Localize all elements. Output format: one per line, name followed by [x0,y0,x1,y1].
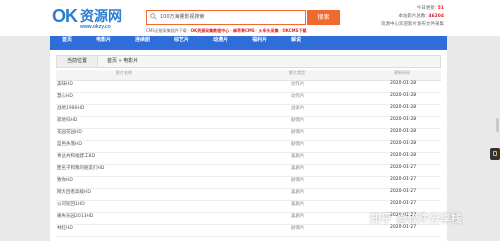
bookmark-button[interactable] [490,148,500,160]
site-stats: 今日更新: 51 本站影片总数: 46204 资源中心欢迎影片发布文件采集 [381,5,444,29]
search-input[interactable]: 100万海量影视搜索 [146,10,306,25]
update-date: 2020-01-27 [390,165,417,170]
breadcrumb: 当前位置 首页 » 电影片 [56,55,441,68]
scrollbar-thumb[interactable] [496,118,499,132]
update-date: 2020-01-27 [390,201,417,206]
movie-type: 喜剧片 [291,154,305,159]
movie-type: 喜剧片 [291,214,305,219]
logo-url: www.okzy.co [80,24,111,30]
update-date: 2020-01-28 [390,153,417,158]
movie-title-link[interactable]: 美味HD [57,81,73,87]
breadcrumb-label: 当前位置 [57,56,98,67]
top-link[interactable]: 麻苹果CMS [233,28,255,33]
bookmark-icon [493,151,497,156]
movie-title-link[interactable]: 公司轮回1HD [57,201,85,207]
update-date: 2020-01-28 [390,117,417,122]
top-link[interactable]: CMS全能采集插件下载 [146,28,187,33]
movie-type: 剧情片 [291,226,305,231]
movie-title-link[interactable]: 慧心HD [57,93,73,99]
nav-item-variety[interactable]: 综艺片 [162,36,201,50]
movie-type: 动作片 [291,94,305,99]
movie-title-link[interactable]: 致你HD [57,177,73,183]
update-date: 2020-01-27 [390,177,417,182]
update-date: 2020-01-28 [390,105,417,110]
movie-title-link[interactable]: 青丛共和福建工BD [57,153,95,159]
table-row: 匿名子和我的朋友们HD 喜剧片 2020-01-27 [56,165,441,177]
movie-title-link[interactable]: 匿名子和我的朋友们HD [57,165,104,171]
table-row: 花园花园HD 剧情片 2020-01-28 [56,129,441,141]
update-date: 2020-01-28 [390,129,417,134]
top-link[interactable]: OK资源采集教程中心 [191,28,230,33]
nav-item-series[interactable]: 连续剧 [123,36,162,50]
logo-title: 资源网 [80,9,122,25]
stats-label: 本站影片总数: [398,14,427,19]
site-header: OK 资源网 www.okzy.co 100万海量影视搜索 搜索 CMS全能采集… [0,0,500,36]
movie-type: 剧情片 [291,130,305,135]
movie-title-link[interactable]: 痛失乐园2013HD [57,213,93,219]
update-date: 2020-01-28 [390,141,417,146]
update-date: 2020-01-28 [390,81,417,86]
logo-ok: OK [52,6,78,26]
nav-item-movies[interactable]: 电影片 [84,36,123,50]
stats-value: 51 [437,6,444,11]
movie-title-link[interactable]: 寂地归HD [57,117,77,123]
movie-type: 战争片 [291,106,305,111]
update-date: 2020-01-27 [390,189,417,194]
site-logo[interactable]: OK 资源网 www.okzy.co [52,6,138,32]
table-row: 林红HD 剧情片 2020-01-27 [56,225,441,237]
update-date: 2020-01-28 [390,93,417,98]
stats-label: 今日更新: [416,6,437,11]
table-row: 致你HD 剧情片 2020-01-27 [56,177,441,189]
movie-type: 剧情片 [291,178,305,183]
column-header-type: 影片类型 [289,70,305,75]
movie-type: 剧情片 [291,118,305,123]
movie-title-link[interactable]: 蓝色失落HD [57,141,82,147]
table-row: 蓝色失落HD 剧情片 2020-01-28 [56,141,441,153]
movie-title-link[interactable]: 战地1980HD [57,105,84,111]
search-button[interactable]: 搜索 [307,10,340,25]
movie-title-link[interactable]: 网大后者高级HD [57,189,91,195]
table-row: 战地1980HD 战争片 2020-01-28 [56,105,441,117]
search-placeholder: 100万海量影视搜索 [160,14,205,20]
watermark: 知乎 @软件分享栈 [370,212,462,225]
stats-note: 资源中心欢迎影片发布文件采集 [381,22,444,27]
movie-type: 动作片 [291,82,305,87]
table-row: 寂地归HD 剧情片 2020-01-28 [56,117,441,129]
table-row: 网大后者高级HD 喜剧片 2020-01-27 [56,189,441,201]
nav-item-welfare[interactable]: 福利片 [240,36,279,50]
top-links: CMS全能采集插件下载 · OK资源采集教程中心 · 麻苹果CMS · 火车头采… [146,28,307,33]
breadcrumb-path[interactable]: 首页 » 电影片 [107,56,138,67]
search-icon [150,13,157,20]
scrollbar[interactable] [494,50,500,241]
movie-type: 剧情片 [291,142,305,147]
nav-item-home[interactable]: 首页 [50,36,84,50]
movie-type: 喜剧片 [291,190,305,195]
nav-item-commentary[interactable]: 解说 [279,36,313,50]
table-header: 影片名称 影片类型 更新时间 [56,70,441,81]
stats-value: 46204 [428,14,444,19]
table-row: 青丛共和福建工BD 喜剧片 2020-01-28 [56,153,441,165]
movie-type: 喜剧片 [291,202,305,207]
movie-title-link[interactable]: 花园花园HD [57,129,82,135]
table-row: 慧心HD 动作片 2020-01-28 [56,93,441,105]
column-header-name: 影片名称 [116,70,132,75]
nav-item-anime[interactable]: 动漫片 [201,36,240,50]
movie-title-link[interactable]: 林红HD [57,225,73,231]
movie-type: 喜剧片 [291,166,305,171]
column-header-date: 更新时间 [394,70,410,75]
table-row: 美味HD 动作片 2020-01-28 [56,81,441,93]
top-link[interactable]: 火车头采集 [259,28,279,33]
main-nav: 首页 电影片 连续剧 综艺片 动漫片 福利片 解说 [50,36,447,50]
top-link[interactable]: OKCMS下载 [282,28,306,33]
